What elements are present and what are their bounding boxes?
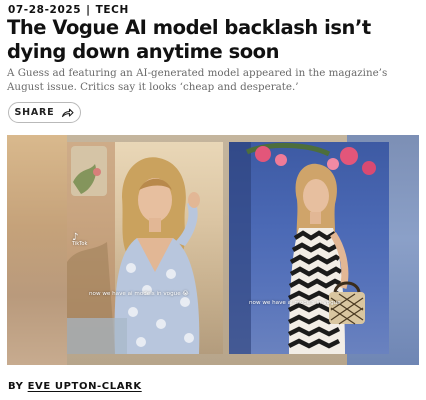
article-date: 07-28-2025 [8,4,82,16]
share-label: SHARE [14,107,55,118]
byline-prefix: BY [8,381,24,392]
author-link[interactable]: EVE UPTON-CLARK [28,381,142,392]
article-dek: A Guess ad featuring an AI-generated mod… [7,67,388,93]
video-caption-left: now we have ai models in vogue 😭 [89,291,189,297]
tiktok-watermark: ♪ TikTok [72,233,88,248]
ai-model-photo-left: ♪ TikTok now we have ai models in vogue … [67,142,223,354]
video-caption-left-text: now we have ai models in vogue [89,291,181,297]
video-caption-right: now we have ai models in vogue [249,300,341,306]
byline: BY EVE UPTON-CLARK [8,381,142,392]
crying-emoji-icon: 😭 [182,291,189,297]
share-button[interactable]: SHARE [8,102,81,123]
article-hero-image[interactable]: ♪ TikTok now we have ai models in vogue … [7,135,419,365]
article-meta: 07-28-2025 | TECH [8,4,129,16]
ai-model-photo-right: now we have ai models in vogue [229,142,389,354]
share-arrow-icon [61,108,75,118]
article-category[interactable]: TECH [96,4,129,16]
tiktok-label: TikTok [72,241,88,247]
meta-separator: | [86,4,91,16]
article-headline: The Vogue AI model backlash isn’t dying … [7,16,371,63]
